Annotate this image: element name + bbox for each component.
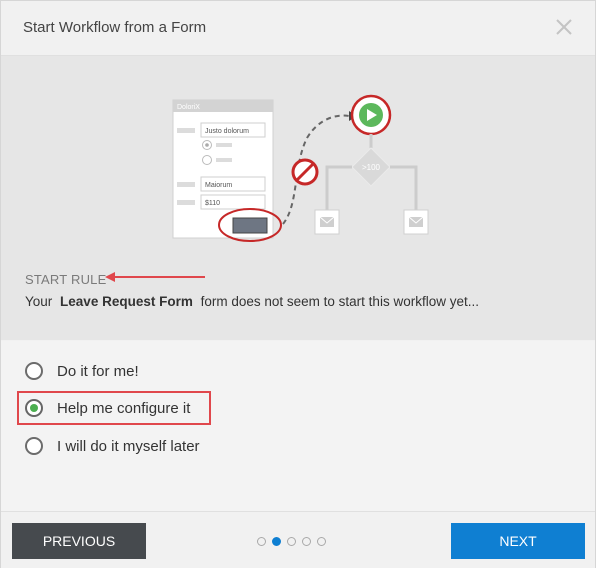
start-node-icon bbox=[350, 94, 392, 136]
option-label: Help me configure it bbox=[57, 399, 191, 417]
email-action-icon bbox=[314, 209, 340, 235]
start-workflow-dialog: Start Workflow from a Form DoloriX Justo… bbox=[0, 0, 596, 568]
dialog-header: Start Workflow from a Form bbox=[1, 1, 595, 56]
email-action-icon bbox=[403, 209, 429, 235]
illustration-area: DoloriX Justo dolorum Maiorum $110 >100 … bbox=[1, 56, 595, 340]
option-label: I will do it myself later bbox=[57, 437, 200, 455]
description-prefix: Your bbox=[25, 294, 53, 309]
condition-diamond: >100 bbox=[351, 147, 391, 187]
pagination-dot[interactable] bbox=[317, 537, 326, 546]
pagination-dot[interactable] bbox=[302, 537, 311, 546]
description-suffix: form does not seem to start this workflo… bbox=[200, 294, 479, 309]
option-label: Do it for me! bbox=[57, 362, 139, 380]
configuration-options: Do it for me! Help me configure it I wil… bbox=[1, 341, 595, 511]
radio-button[interactable] bbox=[25, 362, 43, 380]
radio-button-checked[interactable] bbox=[25, 399, 43, 417]
form-mock-field-1: Justo dolorum bbox=[205, 128, 249, 135]
form-mock-field-2: Maiorum bbox=[205, 182, 232, 189]
previous-button[interactable]: PREVIOUS bbox=[12, 523, 146, 559]
condition-label: >100 bbox=[362, 163, 381, 172]
form-mock-field-3: $110 bbox=[205, 200, 220, 207]
option-do-it-myself-later[interactable]: I will do it myself later bbox=[25, 434, 200, 458]
start-rule-description: Your Leave Request Form form does not se… bbox=[25, 294, 479, 309]
pagination-dots bbox=[257, 537, 326, 546]
form-mock-title: DoloriX bbox=[177, 104, 200, 111]
form-mock: DoloriX Justo dolorum Maiorum $110 bbox=[172, 99, 282, 242]
dialog-footer: PREVIOUS NEXT bbox=[1, 511, 595, 568]
form-name: Leave Request Form bbox=[60, 294, 193, 309]
option-do-it-for-me[interactable]: Do it for me! bbox=[25, 359, 139, 383]
start-rule-heading: START RULE bbox=[25, 272, 107, 287]
close-icon[interactable] bbox=[553, 16, 575, 38]
pagination-dot-active[interactable] bbox=[272, 537, 281, 546]
dialog-title: Start Workflow from a Form bbox=[23, 19, 207, 36]
workflow-illustration: DoloriX Justo dolorum Maiorum $110 >100 bbox=[172, 94, 429, 242]
stop-icon bbox=[291, 158, 319, 186]
next-button[interactable]: NEXT bbox=[451, 523, 585, 559]
arrow-left-icon bbox=[105, 272, 205, 282]
radio-button[interactable] bbox=[25, 437, 43, 455]
pagination-dot[interactable] bbox=[257, 537, 266, 546]
option-help-me-configure[interactable]: Help me configure it bbox=[25, 396, 190, 420]
pagination-dot[interactable] bbox=[287, 537, 296, 546]
